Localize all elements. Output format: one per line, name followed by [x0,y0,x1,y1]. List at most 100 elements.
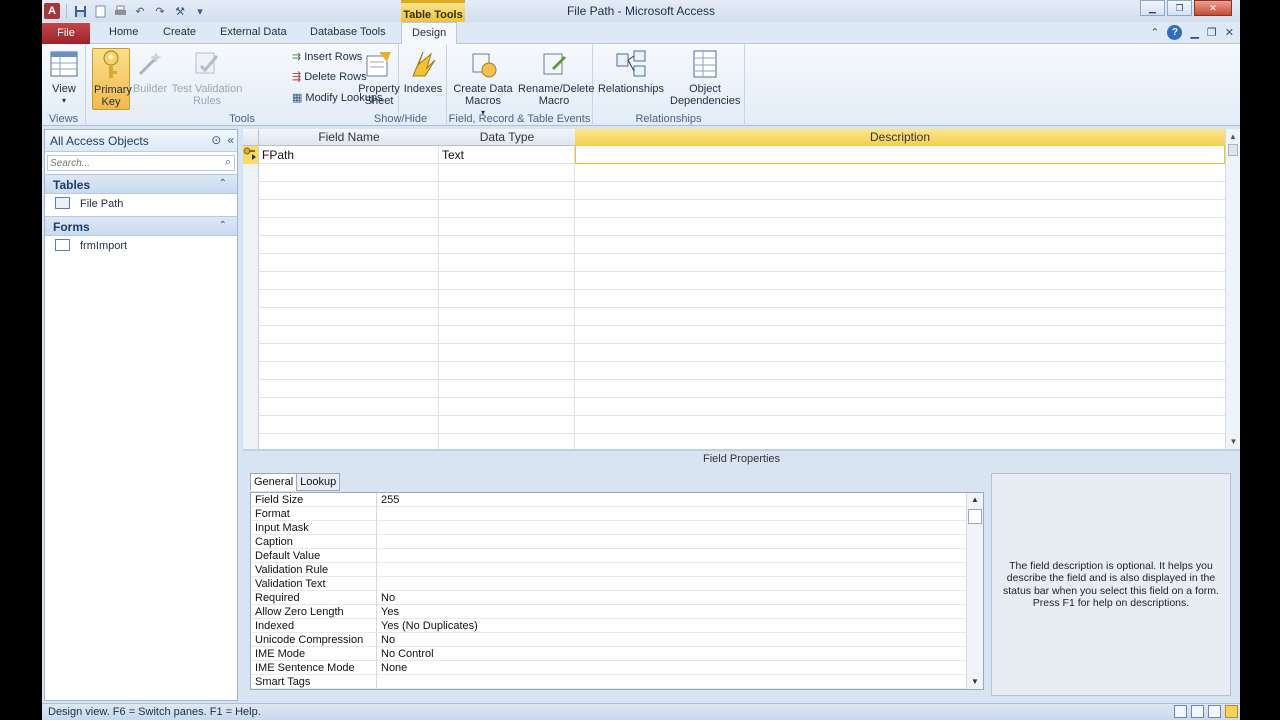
cell-description[interactable] [575,434,1225,449]
nav-section-tables[interactable]: Tables ⌃ [45,174,237,194]
help-icon[interactable]: ? [1167,25,1183,40]
prop-scroll-up-icon[interactable]: ▲ [967,493,983,507]
cell-field-name[interactable] [259,362,439,380]
scroll-up-icon[interactable]: ▲ [1226,129,1240,144]
property-scrollbar[interactable]: ▲ ▼ [966,493,983,689]
property-row[interactable]: Smart Tags [251,675,967,689]
cell-data-type[interactable]: Text [439,146,575,164]
search-icon[interactable]: ⌕ [225,156,231,169]
cell-description[interactable] [575,164,1225,182]
property-row[interactable]: Input Mask [251,521,967,535]
header-description[interactable]: Description [575,129,1225,146]
cell-description[interactable] [575,290,1225,308]
cell-data-type[interactable] [439,272,575,290]
cell-field-name[interactable] [259,326,439,344]
cell-field-name[interactable] [259,272,439,290]
cell-field-name[interactable] [259,290,439,308]
scroll-down-icon[interactable]: ▼ [1226,434,1240,449]
doc-minimize-icon[interactable]: ▁ [1190,26,1198,39]
tab-file[interactable]: File [42,23,90,44]
cell-field-name[interactable] [259,182,439,200]
cell-data-type[interactable] [439,164,575,182]
cell-data-type[interactable] [439,362,575,380]
cell-data-type[interactable] [439,218,575,236]
cell-description[interactable] [575,200,1225,218]
tab-design[interactable]: Design [401,22,458,45]
cell-data-type[interactable] [439,254,575,272]
cell-field-name[interactable] [259,344,439,362]
property-row[interactable]: Default Value [251,549,967,563]
property-value[interactable]: No [381,591,395,605]
insert-rows-button[interactable]: ⇉ Insert Rows [292,50,362,64]
cell-field-name[interactable] [259,380,439,398]
cell-data-type[interactable] [439,236,575,254]
grid-row-empty[interactable] [243,164,1225,182]
collapse-forms-icon[interactable]: ⌃ [219,220,227,231]
cell-description[interactable] [575,380,1225,398]
cell-data-type[interactable] [439,290,575,308]
grid-vertical-scrollbar[interactable]: ▲ ▼ [1225,129,1240,449]
grid-row-empty[interactable] [243,326,1225,344]
tab-create[interactable]: Create [163,26,196,38]
cell-description[interactable] [575,344,1225,362]
design-view-icon[interactable] [1225,705,1238,718]
close-button[interactable]: ✕ [1194,0,1232,16]
nav-item-file-path[interactable]: File Path [45,194,237,214]
cell-data-type[interactable] [439,344,575,362]
property-value[interactable]: No Control [381,647,434,661]
restore-button[interactable]: ❐ [1167,0,1192,16]
row-selector[interactable] [243,200,259,218]
property-row[interactable]: Caption [251,535,967,549]
row-selector[interactable] [243,362,259,380]
grid-row-empty[interactable] [243,416,1225,434]
cell-data-type[interactable] [439,200,575,218]
pivotchart-view-icon[interactable] [1208,705,1221,718]
row-selector[interactable] [243,272,259,290]
primary-key-button[interactable]: Primary Key [92,48,132,110]
property-row[interactable]: IME Mode No Control [251,647,967,661]
property-value[interactable]: 255 [381,493,399,507]
cell-data-type[interactable] [439,308,575,326]
property-row[interactable]: Unicode Compression No [251,633,967,647]
row-selector[interactable] [243,434,259,449]
property-value[interactable]: None [381,661,407,675]
header-data-type[interactable]: Data Type [439,130,575,144]
grid-row-empty[interactable] [243,272,1225,290]
row-selector[interactable] [243,326,259,344]
grid-row-empty[interactable] [243,218,1225,236]
cell-field-name[interactable] [259,398,439,416]
grid-row-empty[interactable] [243,362,1225,380]
cell-field-name[interactable] [259,236,439,254]
grid-row-empty[interactable] [243,290,1225,308]
cell-description[interactable] [575,326,1225,344]
doc-restore-icon[interactable]: ❐ [1207,26,1217,39]
cell-data-type[interactable] [439,398,575,416]
shutter-bar-close-icon[interactable]: « [227,133,234,147]
grid-row-empty[interactable] [243,254,1225,272]
prop-scroll-down-icon[interactable]: ▼ [967,675,983,689]
collapse-tables-icon[interactable]: ⌃ [219,178,227,189]
row-selector[interactable] [243,182,259,200]
row-selector[interactable] [243,308,259,326]
cell-field-name[interactable] [259,254,439,272]
grid-row-empty[interactable] [243,182,1225,200]
rename-delete-macro-button[interactable]: Rename/Delete Macro [517,48,594,107]
cell-description[interactable] [575,182,1225,200]
property-value[interactable]: Yes (No Duplicates) [381,619,478,633]
view-button[interactable]: View ▾ [46,48,82,107]
pivottable-view-icon[interactable] [1191,705,1204,718]
grid-row-fpath[interactable]: FPath Text [243,146,1225,164]
cell-description[interactable] [575,236,1225,254]
cell-field-name[interactable] [259,218,439,236]
cell-data-type[interactable] [439,326,575,344]
tab-general[interactable]: General [250,473,298,491]
cell-field-name[interactable]: FPath [259,146,439,164]
cell-field-name[interactable] [259,416,439,434]
grid-row-empty[interactable] [243,344,1225,362]
nav-title[interactable]: All Access Objects [50,134,149,148]
indexes-button[interactable]: Indexes [403,48,443,95]
property-row[interactable]: Format [251,507,967,521]
grid-row-empty[interactable] [243,434,1225,449]
grid-row-empty[interactable] [243,308,1225,326]
cell-description[interactable] [575,218,1225,236]
